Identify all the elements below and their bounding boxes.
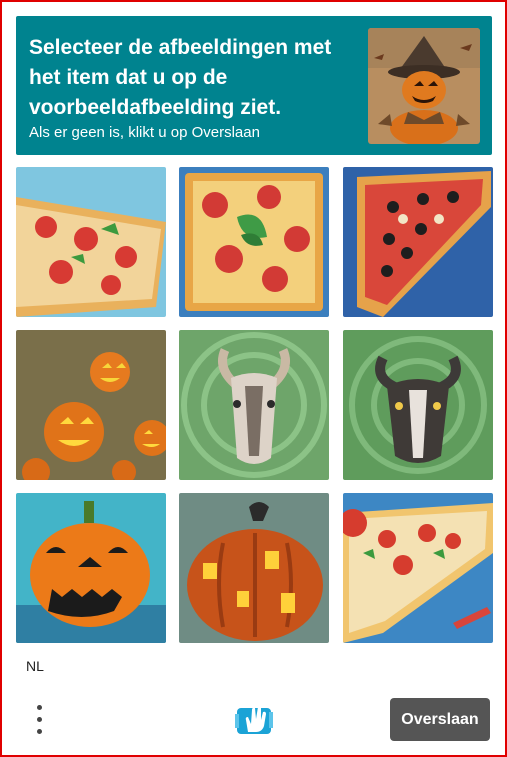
image-grid bbox=[16, 167, 494, 643]
grid-tile-6[interactable] bbox=[343, 330, 493, 480]
grid-tile-8[interactable] bbox=[179, 493, 329, 643]
example-image bbox=[368, 28, 480, 144]
grid-tile-1[interactable] bbox=[16, 167, 166, 317]
grid-tile-3[interactable] bbox=[343, 167, 493, 317]
prompt-subtitle: Als er geen is, klikt u op Overslaan bbox=[29, 124, 260, 141]
grid-tile-7[interactable] bbox=[16, 493, 166, 643]
skip-button[interactable]: Overslaan bbox=[390, 698, 490, 741]
hand-logo-icon bbox=[234, 702, 274, 738]
language-selector[interactable]: NL bbox=[26, 658, 44, 674]
grid-tile-4[interactable] bbox=[16, 330, 166, 480]
grid-tile-9[interactable] bbox=[343, 493, 493, 643]
more-vertical-icon[interactable] bbox=[26, 700, 52, 740]
grid-tile-2[interactable] bbox=[179, 167, 329, 317]
prompt-header: Selecteer de afbeeldingen met het item d… bbox=[16, 16, 492, 155]
captcha-frame: Selecteer de afbeeldingen met het item d… bbox=[0, 0, 507, 757]
grid-tile-5[interactable] bbox=[179, 330, 329, 480]
prompt-title: Selecteer de afbeeldingen met het item d… bbox=[29, 36, 332, 119]
